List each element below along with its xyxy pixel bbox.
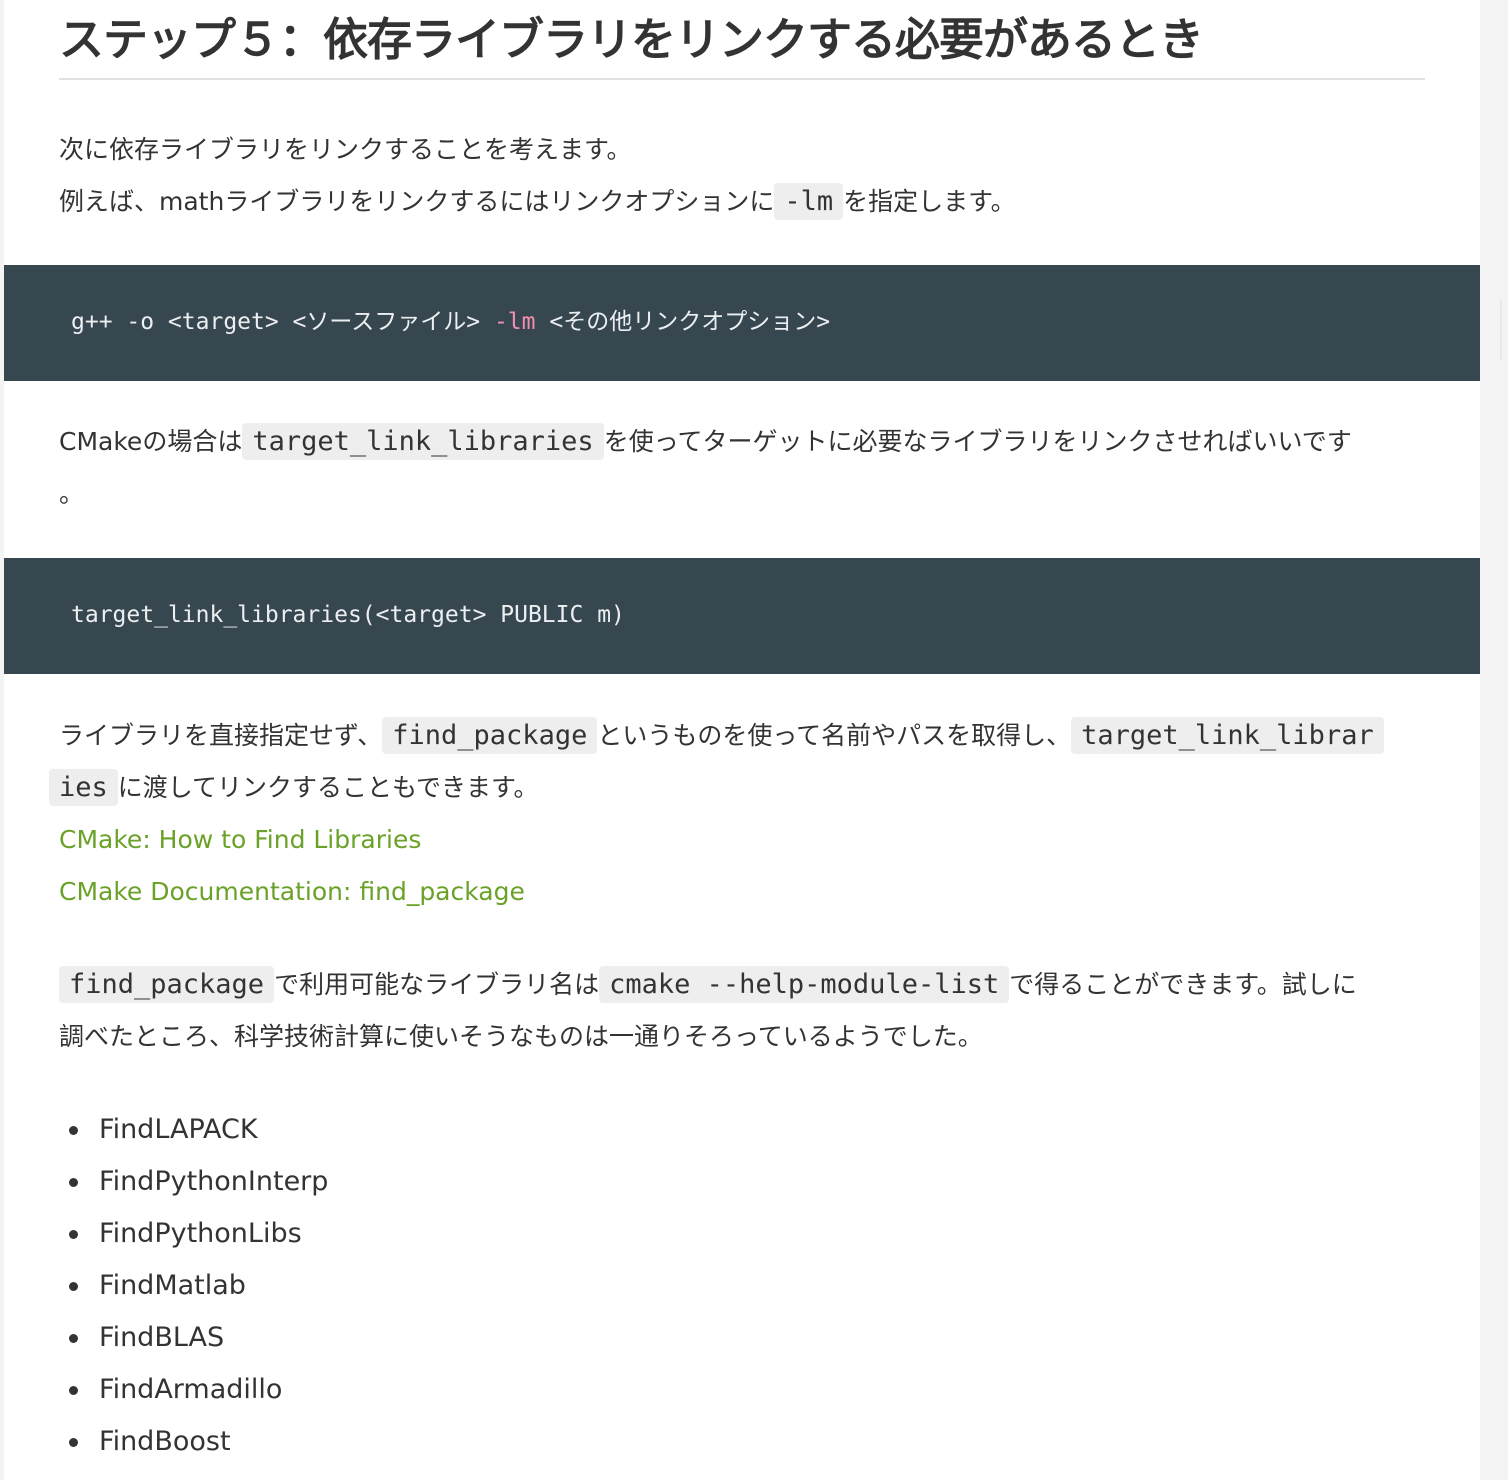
module-line-2: 調べたところ、科学技術計算に使いそうなものは一通りそろっているようでした。 <box>59 1022 983 1051</box>
list-item: FindPythonInterp <box>59 1156 328 1208</box>
list-item: FindLAPACK <box>59 1104 328 1156</box>
list-item: FindPythonLibs <box>59 1208 328 1260</box>
inline-code-lm: -lm <box>774 183 844 220</box>
module-list-paragraph: find_package で利用可能なライブラリ名は cmake --help-mo… <box>59 959 1425 1063</box>
cmake-paragraph: CMakeの場合は target_link_libraries を使ってターゲットに… <box>59 416 1425 520</box>
list-item: FindBoost <box>59 1416 328 1468</box>
cmake-line-1: CMakeの場合は target_link_libraries を使ってターゲットに… <box>59 416 1425 468</box>
find-package-paragraph: ライブラリを直接指定せず、 find_package というものを使って名前やパスを… <box>49 710 1425 918</box>
intro-text-before: 例えば、mathライブラリをリンクするにはリンクオプションに <box>59 187 775 216</box>
link-cmake-how-to-find-libraries[interactable]: CMake: How to Find Libraries <box>59 814 1425 866</box>
code-block-cmake: target_link_libraries(<target> PUBLIC m) <box>4 558 1480 674</box>
find-text-middle: というものを使って名前やパスを取得し、 <box>597 721 1072 750</box>
intro-text-after: を指定します。 <box>843 187 1016 216</box>
link-cmake-documentation-find-package[interactable]: CMake Documentation: find_package <box>59 866 1425 918</box>
inline-code-help-module-list: cmake --help-module-list <box>599 966 1010 1003</box>
module-line-1: find_package で利用可能なライブラリ名は cmake --help-mo… <box>59 959 1425 1011</box>
inline-code-find-package-2: find_package <box>59 966 275 1003</box>
module-bullet-list: FindLAPACK FindPythonInterp FindPythonLi… <box>59 1104 328 1468</box>
article-page: ステップ５：依存ライブラリをリンクする必要があるとき 次に依存ライブラリをリンク… <box>4 0 1480 1480</box>
find-text-before: ライブラリを直接指定せず、 <box>59 721 383 750</box>
code-gcc-before: g++ -o <target> <ソースファイル> <box>71 309 494 335</box>
module-text-1: で利用可能なライブラリ名は <box>274 970 600 999</box>
section-heading: ステップ５：依存ライブラリをリンクする必要があるとき <box>59 6 1425 80</box>
window-edge-indicator <box>1500 300 1502 360</box>
code-gcc-command: g++ -o <target> <ソースファイル> -lm <その他リンクオプシ… <box>71 307 830 337</box>
list-item: FindMatlab <box>59 1260 328 1312</box>
code-gcc-lm-flag: -lm <box>493 309 536 335</box>
code-gcc-after: <その他リンクオプション> <box>535 309 831 335</box>
module-text-2: で得ることができます。試しに <box>1009 970 1357 999</box>
find-line-2: ies に渡してリンクすることもできます。 <box>49 762 1425 814</box>
cmake-text-before: CMakeの場合は <box>59 427 243 456</box>
inline-code-target-link-libraries: target_link_libraries <box>242 423 604 460</box>
list-item: FindArmadillo <box>59 1364 328 1416</box>
intro-line-2: 例えば、mathライブラリをリンクするにはリンクオプションに -lm を指定します。 <box>59 176 1425 228</box>
find-text-after: に渡してリンクすることもできます。 <box>117 773 539 802</box>
inline-code-target-link-libraries-part2: ies <box>49 769 118 806</box>
find-line-1: ライブラリを直接指定せず、 find_package というものを使って名前やパスを… <box>59 710 1425 762</box>
cmake-text-after: を使ってターゲットに必要なライブラリをリンクさせればいいです <box>603 427 1352 456</box>
inline-code-find-package: find_package <box>382 717 598 754</box>
intro-line-1: 次に依存ライブラリをリンクすることを考えます。 <box>59 135 632 164</box>
intro-paragraph: 次に依存ライブラリをリンクすることを考えます。 例えば、mathライブラリをリン… <box>59 124 1425 228</box>
inline-code-target-link-libraries-part1: target_link_librar <box>1071 717 1384 754</box>
code-cmake-command: target_link_libraries(<target> PUBLIC m) <box>71 602 625 628</box>
code-block-gcc: g++ -o <target> <ソースファイル> -lm <その他リンクオプシ… <box>4 265 1480 381</box>
list-item: FindBLAS <box>59 1312 328 1364</box>
cmake-line-2: 。 <box>59 479 85 508</box>
